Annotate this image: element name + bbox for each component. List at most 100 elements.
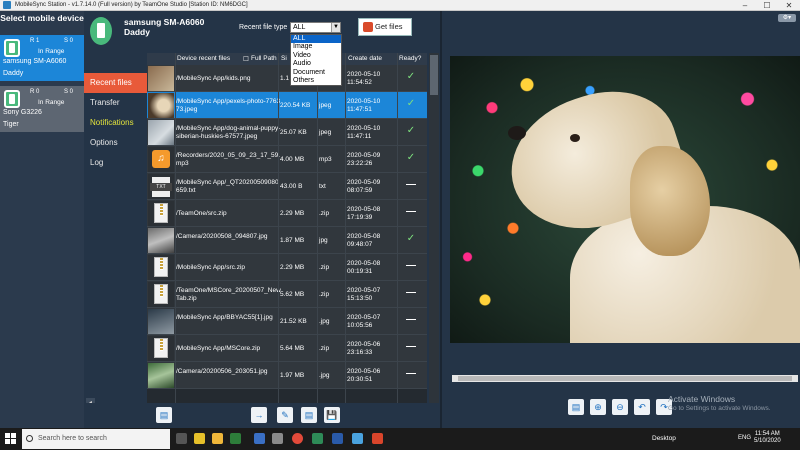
app-window: MobileSync Station - v1.7.14.0 (Full ver…: [0, 0, 800, 428]
zip-file-icon: [154, 203, 168, 223]
dropdown-option[interactable]: Audio: [291, 60, 341, 68]
device-panel-header: Select mobile device: [0, 13, 84, 23]
windows-start-icon[interactable]: [5, 433, 16, 444]
mobilesync-app-icon[interactable]: [372, 433, 383, 444]
table-row[interactable]: /Camera/20200506_203051.jpg 1.97 MB .jpg 20…: [147, 362, 427, 389]
save-button[interactable]: 💾: [324, 407, 340, 423]
ready-status: ✓: [406, 233, 416, 244]
table-row[interactable]: /MobileSync App/MSCore.zip 5.64 MB .zip 202…: [147, 335, 427, 362]
file-explorer-icon[interactable]: [212, 433, 223, 444]
table-row[interactable]: /TeamOne/MSCore_20200507_NewTab.zip 5.62 …: [147, 281, 427, 308]
taskbar-search[interactable]: Search here to search: [22, 429, 170, 449]
file-type: .zip: [319, 210, 330, 217]
nav-recent-files[interactable]: Recent files: [84, 73, 147, 93]
col-files-header[interactable]: Device recent files: [177, 55, 230, 62]
col-fullpath-header: Full Path: [251, 55, 277, 62]
app-icon[interactable]: [254, 433, 265, 444]
table-row[interactable]: ♫ /Recorders/2020_05_09_23_17_59.mp3 4.00 …: [147, 146, 427, 173]
file-type-select[interactable]: ALL ▼: [290, 22, 341, 33]
nav-notifications[interactable]: Notifications: [84, 113, 147, 133]
file-size: 43.00 B: [280, 183, 303, 190]
audio-file-icon: ♫: [152, 150, 170, 168]
chevron-down-icon[interactable]: ▼: [331, 23, 340, 32]
table-row[interactable]: /MobileSync App/pexels-photo-776373.jpeg…: [147, 92, 427, 119]
file-type: .zip: [319, 264, 330, 271]
copy-image-icon[interactable]: ▤: [568, 399, 584, 415]
device-item[interactable]: R 1 S 0 In Range samsung SM-A6060 Daddy: [0, 35, 84, 81]
file-size: 21.52 KB: [280, 318, 307, 325]
app-icon[interactable]: [352, 433, 363, 444]
table-row[interactable]: /MobileSync App/kids.png 1.1 2020-05-10 11:…: [147, 65, 427, 92]
rotate-left-icon[interactable]: ↶: [634, 399, 650, 415]
device-item[interactable]: R 0 S 0 In Range Sony G3226 Tiger: [0, 86, 84, 132]
preview-image: [450, 56, 800, 343]
device-header: samsung SM-A6060 Daddy Recent file type …: [84, 11, 440, 53]
dropdown-option[interactable]: Video: [291, 52, 341, 60]
col-ready-header[interactable]: Ready?: [399, 55, 421, 62]
language-indicator[interactable]: ENG: [738, 435, 751, 441]
table-row[interactable]: /TeamOne/src.zip 2.29 MB .zip 2020-05-08 17:…: [147, 200, 427, 227]
table-row[interactable]: /MobileSync App/BBYAC55[1].jpg 21.52 KB .j…: [147, 308, 427, 335]
file-thumbnail: [148, 201, 174, 226]
col-date-header[interactable]: Create date: [348, 55, 382, 62]
file-size: 2.29 MB: [280, 264, 305, 271]
folder-button[interactable]: ▤: [301, 407, 317, 423]
col-size-header[interactable]: Si: [281, 55, 287, 62]
activation-watermark: Activate Windows: [668, 394, 736, 404]
word-icon[interactable]: [332, 433, 343, 444]
device-s-count: S 0: [64, 89, 74, 95]
dropdown-option[interactable]: Others: [291, 77, 341, 85]
file-date: 2020-05-08 17:19:39: [347, 206, 381, 221]
device-owner: Tiger: [3, 121, 19, 128]
file-path: /MobileSync App/pexels-photo-776373.jpeg: [176, 98, 281, 113]
dropdown-option[interactable]: Image: [291, 43, 341, 51]
excel-icon[interactable]: [312, 433, 323, 444]
table-row[interactable]: /MobileSync App/dog-animal-puppy-siberia…: [147, 119, 427, 146]
file-date: 2020-05-06 23:16:33: [347, 341, 381, 356]
nav-options[interactable]: Options: [84, 133, 147, 153]
file-path: /MobileSync App/_QT20200509080659.txt: [176, 179, 279, 194]
table-row[interactable]: /MobileSync App/_QT20200509080659.txt43.…: [147, 173, 427, 200]
zoom-in-icon[interactable]: ⊕: [590, 399, 606, 415]
task-view-icon[interactable]: [176, 433, 187, 444]
get-files-button[interactable]: Get files: [358, 18, 412, 36]
search-icon: [26, 435, 33, 442]
chrome-icon[interactable]: [292, 433, 303, 444]
get-files-icon: [363, 22, 373, 32]
file-info-button[interactable]: ▤: [156, 407, 172, 423]
file-thumbnail: [148, 174, 174, 199]
nav-log[interactable]: Log: [84, 153, 147, 173]
file-thumbnail: [148, 336, 174, 361]
window-controls: – ☐ ✕: [734, 0, 800, 11]
file-thumbnail: [148, 282, 174, 307]
send-button[interactable]: →: [251, 407, 267, 423]
table-row[interactable]: /Camera/20200508_094807.jpg 1.87 MB jpg 202…: [147, 227, 427, 254]
zoom-out-icon[interactable]: ⊖: [612, 399, 628, 415]
dropdown-option[interactable]: ALL: [291, 35, 341, 44]
table-row[interactable]: /MobileSync App/src.zip 2.29 MB .zip 2020-0…: [147, 254, 427, 281]
edit-button[interactable]: ✎: [277, 407, 293, 423]
file-thumbnail: ♫: [148, 147, 174, 172]
device-s-count: S 0: [64, 38, 74, 44]
desktop-label[interactable]: Desktop: [652, 435, 676, 442]
minimize-button[interactable]: –: [734, 0, 756, 11]
ready-status: —: [406, 314, 416, 325]
file-date: 2020-05-08 09:48:07: [347, 233, 381, 248]
app-icon[interactable]: [272, 433, 283, 444]
dropdown-option[interactable]: Document: [291, 69, 341, 77]
gear-icon[interactable]: ⚙▾: [778, 14, 796, 22]
preview-scrollbar[interactable]: [452, 375, 798, 382]
file-thumbnail: [148, 228, 174, 253]
close-button[interactable]: ✕: [778, 0, 800, 11]
lightning-app-icon[interactable]: [194, 433, 205, 444]
full-path-checkbox[interactable]: ☐: [243, 55, 249, 63]
scrollbar-thumb[interactable]: [458, 376, 792, 381]
device-r-count: R 0: [30, 89, 40, 95]
clock[interactable]: 11:54 AM 5/10/2020: [754, 431, 781, 445]
table-scrollbar[interactable]: [429, 53, 439, 403]
file-date: 2020-05-06 20:30:51: [347, 368, 381, 383]
scrollbar-thumb[interactable]: [430, 55, 438, 95]
maximize-button[interactable]: ☐: [756, 0, 778, 11]
store-icon[interactable]: [230, 433, 241, 444]
nav-transfer[interactable]: Transfer: [84, 93, 147, 113]
